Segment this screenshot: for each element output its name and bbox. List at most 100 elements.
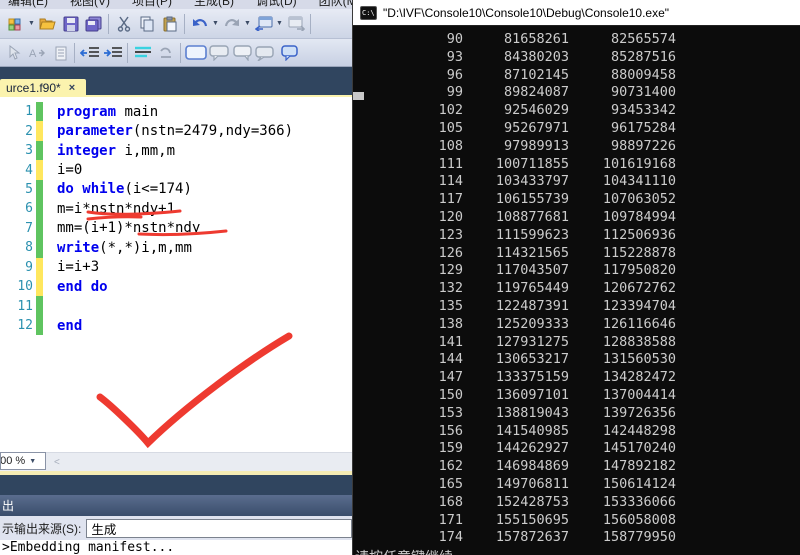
console-output[interactable]: 9081658261825655749384380203852875169687…	[353, 26, 800, 555]
output-panel-title: 出	[2, 497, 14, 514]
code-text: mm=(i+1)*nstn*ndy	[43, 220, 200, 236]
indent-icon[interactable]	[101, 42, 124, 64]
menu-item[interactable]: 项目(P)	[132, 0, 172, 9]
code-line[interactable]: 5do while(i<=174)	[0, 180, 352, 199]
callout-bubble-icon[interactable]	[230, 42, 253, 64]
console-row: 117106155739107063052	[353, 191, 800, 209]
menu-item[interactable]: 调试(D)	[256, 0, 297, 9]
output-content[interactable]: >Embedding manifest...	[0, 540, 352, 555]
rename-icon[interactable]: A	[25, 42, 48, 64]
linked-comment-icon[interactable]	[276, 42, 299, 64]
scroll-left-arrow-icon[interactable]: <	[46, 457, 60, 468]
menu-item[interactable]: 视图(V)	[70, 0, 110, 9]
code-text: integer i,mm,m	[43, 143, 175, 159]
code-line[interactable]: 3integer i,mm,m	[0, 141, 352, 160]
callout-bubble2-icon[interactable]	[253, 42, 276, 64]
unindent-icon[interactable]	[78, 42, 101, 64]
clear-highlight-icon[interactable]	[154, 42, 177, 64]
menu-item[interactable]: 生成(B)	[194, 0, 234, 9]
code-line[interactable]: 1program main	[0, 102, 352, 121]
code-text: m=i*nstn*ndy+1	[43, 201, 175, 217]
svg-text:A: A	[29, 48, 37, 60]
tab-close-icon[interactable]: ×	[69, 83, 75, 94]
console-window[interactable]: C:\ "D:\IVF\Console10\Console10\Debug\Co…	[352, 0, 800, 555]
output-source-combo[interactable]: 生成	[86, 519, 352, 538]
console-row: 135122487391123394704	[353, 298, 800, 316]
menu-item[interactable]: 编辑(E)	[8, 0, 48, 9]
toolbar-separator	[127, 43, 128, 63]
zoom-combo[interactable]: 100 % ▼	[0, 452, 46, 470]
redo-icon[interactable]	[220, 13, 243, 35]
code-line[interactable]: 4i=0	[0, 160, 352, 179]
highlight-lines-icon[interactable]	[131, 42, 154, 64]
standard-toolbar: ▼ ▼	[0, 9, 352, 39]
console-row: 159144262927145170240	[353, 440, 800, 458]
cut-icon[interactable]	[112, 13, 135, 35]
console-row: 938438020385287516	[353, 49, 800, 67]
console-row: 171155150695156058008	[353, 512, 800, 530]
code-line[interactable]: 8write(*,*)i,m,mm	[0, 238, 352, 257]
save-icon[interactable]	[59, 13, 82, 35]
undo-caret-icon[interactable]: ▼	[211, 20, 220, 27]
edit-toolbar: A	[0, 39, 352, 67]
undo-icon[interactable]	[188, 13, 211, 35]
properties-icon[interactable]	[48, 42, 71, 64]
console-row: 1089798991398897226	[353, 138, 800, 156]
navigate-caret-icon[interactable]: ▼	[275, 20, 284, 27]
line-number: 10	[0, 279, 36, 294]
change-bar	[36, 219, 43, 238]
select-pointer-icon[interactable]	[2, 42, 25, 64]
change-bar	[36, 316, 43, 335]
code-line[interactable]: 7 mm=(i+1)*nstn*ndy	[0, 219, 352, 238]
code-line[interactable]: 9i=i+3	[0, 258, 352, 277]
change-bar	[36, 199, 43, 218]
paste-icon[interactable]	[158, 13, 181, 35]
console-row: 126114321565115228878	[353, 245, 800, 263]
menu-item[interactable]: 团队(M)	[319, 0, 352, 9]
code-text: parameter(nstn=2479,ndy=366)	[43, 123, 293, 139]
console-title-text: "D:\IVF\Console10\Console10\Debug\Consol…	[383, 6, 669, 20]
code-line[interactable]: 11	[0, 296, 352, 315]
open-folder-icon[interactable]	[36, 13, 59, 35]
panel-gap	[0, 475, 352, 495]
console-title-bar[interactable]: C:\ "D:\IVF\Console10\Console10\Debug\Co…	[353, 0, 800, 26]
change-bar	[36, 277, 43, 296]
line-number: 5	[0, 182, 36, 197]
copy-icon[interactable]	[135, 13, 158, 35]
console-row: 123111599623112506936	[353, 227, 800, 245]
line-number: 6	[0, 201, 36, 216]
zoom-caret-icon[interactable]: ▼	[29, 458, 36, 465]
comment-bubble-icon[interactable]	[207, 42, 230, 64]
console-row: 168152428753153336066	[353, 494, 800, 512]
code-text: i=i+3	[43, 259, 99, 275]
line-number: 7	[0, 221, 36, 236]
change-bar	[36, 180, 43, 199]
toolbar-separator	[74, 43, 75, 63]
redo-caret-icon[interactable]: ▼	[243, 20, 252, 27]
output-panel-header[interactable]: 出	[0, 495, 352, 516]
zoom-value: 100 %	[0, 455, 25, 467]
navigate-window-icon[interactable]	[252, 13, 275, 35]
change-bar	[36, 258, 43, 277]
code-editor[interactable]: 1program main2parameter(nstn=2479,ndy=36…	[0, 97, 352, 452]
console-row: 144130653217131560530	[353, 351, 800, 369]
code-line[interactable]: 2parameter(nstn=2479,ndy=366)	[0, 121, 352, 140]
navigate-window2-icon[interactable]	[284, 13, 307, 35]
output-toolbar: 示输出来源(S): 生成	[0, 516, 352, 540]
console-rows: 9081658261825655749384380203852875169687…	[353, 31, 800, 547]
toolbar-separator	[310, 14, 311, 34]
console-scroll-artifact	[353, 92, 364, 100]
line-number: 12	[0, 318, 36, 333]
new-item-caret-icon[interactable]: ▼	[27, 20, 36, 27]
console-row: 138125209333126116646	[353, 316, 800, 334]
code-line[interactable]: 6 m=i*nstn*ndy+1	[0, 199, 352, 218]
code-line[interactable]: 12end	[0, 316, 352, 335]
textbox-icon[interactable]	[184, 42, 207, 64]
console-app-icon: C:\	[360, 6, 377, 20]
new-item-icon[interactable]	[4, 13, 27, 35]
code-line[interactable]: 10end do	[0, 277, 352, 296]
save-all-icon[interactable]	[82, 13, 105, 35]
horizontal-scrollbar[interactable]: <	[46, 452, 352, 471]
line-number: 8	[0, 240, 36, 255]
menu-bar: 编辑(E) 视图(V) 项目(P) 生成(B) 调试(D) 团队(M)	[0, 0, 352, 9]
